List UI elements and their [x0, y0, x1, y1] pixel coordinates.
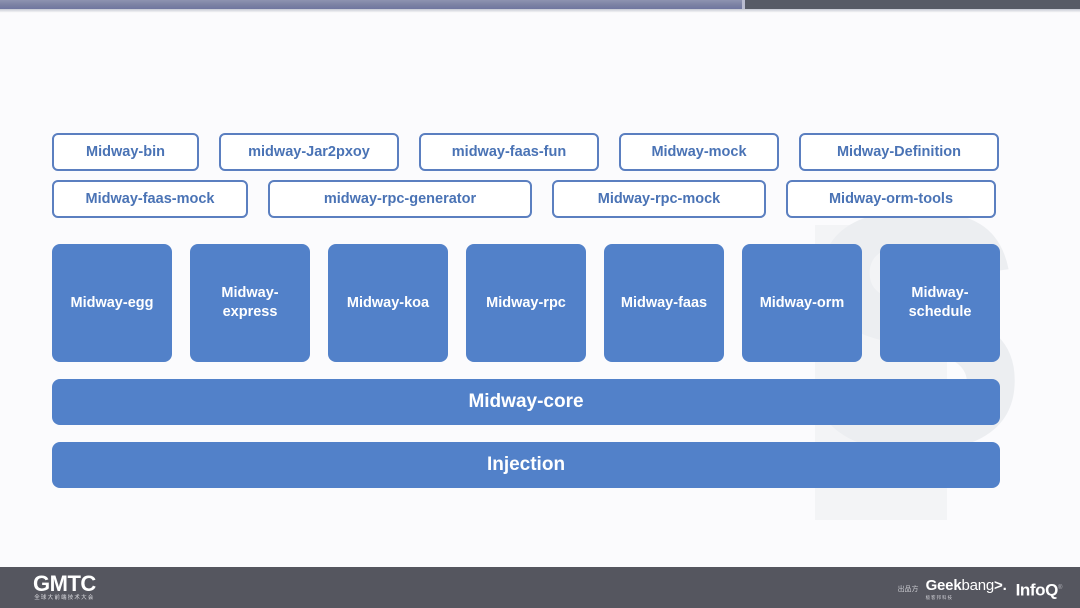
module-box-midway-orm[interactable]: Midway-orm: [742, 244, 862, 362]
geekbang-logo-light: bang: [961, 577, 995, 594]
tool-box-midway-orm-tools[interactable]: Midway-orm-tools: [786, 180, 996, 218]
tool-row-1: Midway-bin midway-Jar2pxoy midway-faas-f…: [52, 133, 1000, 171]
infoq-logo-text: InfoQ: [1015, 580, 1059, 600]
tool-box-label: midway-rpc-generator: [323, 191, 477, 207]
tool-box-label: midway-Jar2pxoy: [248, 144, 370, 160]
slide-footer: GMTC 全球大前端技术大会 出品方 Geekbang>. 极客邦科技 Info…: [0, 567, 1080, 608]
sponsor-logo-group: 出品方 Geekbang>. 极客邦科技 InfoQ®: [897, 578, 1063, 601]
geekbang-logo-subtitle: 极客邦科技: [925, 595, 954, 600]
tool-box-label: Midway-mock: [651, 144, 747, 160]
bar-label: Injection: [486, 454, 566, 475]
module-box-midway-schedule[interactable]: Midway-schedule: [880, 244, 1000, 362]
tool-box-midway-faas-mock[interactable]: Midway-faas-mock: [52, 180, 248, 218]
presentation-progress-bar[interactable]: [0, 0, 1080, 9]
infoq-logo: InfoQ®: [1015, 579, 1063, 600]
bar-label: Midway-core: [468, 391, 584, 412]
progress-bar-fill: [0, 0, 745, 9]
module-box-label: Midway-orm: [759, 294, 845, 311]
module-box-label: Midway-rpc: [486, 294, 566, 311]
progress-bar-shadow: [0, 9, 1080, 13]
bar-injection[interactable]: Injection: [52, 442, 1000, 488]
gmtc-logo-subtitle: 全球大前端技术大会: [34, 595, 95, 601]
tool-box-midway-definition[interactable]: Midway-Definition: [799, 133, 999, 171]
module-box-midway-egg[interactable]: Midway-egg: [52, 244, 172, 362]
module-box-label: Midway-express: [221, 285, 279, 320]
infoq-logo-trademark: ®: [1057, 585, 1062, 592]
gmtc-logo: GMTC 全球大前端技术大会: [33, 573, 96, 602]
geekbang-logo-bold: Geek: [925, 577, 962, 594]
tool-box-label: midway-faas-fun: [451, 144, 567, 160]
tool-box-midway-rpc-generator[interactable]: midway-rpc-generator: [268, 180, 532, 218]
module-box-label: Midway-egg: [70, 294, 154, 311]
architecture-diagram: Midway-bin midway-Jar2pxoy midway-faas-f…: [52, 133, 1000, 488]
slide-canvas: S Midway-bin midway-Jar2pxoy midway-faas…: [0, 13, 1080, 567]
tool-box-label: Midway-Definition: [836, 144, 962, 160]
module-box-midway-koa[interactable]: Midway-koa: [328, 244, 448, 362]
geekbang-logo-suffix: >.: [994, 577, 1007, 594]
module-box-midway-rpc[interactable]: Midway-rpc: [466, 244, 586, 362]
tool-box-label: Midway-bin: [86, 144, 165, 160]
module-box-midway-express[interactable]: Midway-express: [190, 244, 310, 362]
module-box-midway-faas[interactable]: Midway-faas: [604, 244, 724, 362]
tool-box-label: Midway-faas-mock: [85, 191, 215, 207]
tool-box-label: Midway-rpc-mock: [597, 191, 721, 207]
bar-midway-core[interactable]: Midway-core: [52, 379, 1000, 425]
gmtc-logo-mark: GMTC: [33, 571, 96, 596]
tool-box-midway-mock[interactable]: Midway-mock: [619, 133, 779, 171]
module-box-label: Midway-koa: [346, 294, 430, 311]
module-row: Midway-egg Midway-express Midway-koa Mid…: [52, 244, 1000, 362]
tool-box-midway-jar2pxoy[interactable]: midway-Jar2pxoy: [219, 133, 399, 171]
tool-box-midway-faas-fun[interactable]: midway-faas-fun: [419, 133, 599, 171]
geekbang-logo-mark: Geekbang>.: [926, 578, 1007, 594]
geekbang-logo: Geekbang>. 极客邦科技: [926, 578, 1007, 601]
module-box-label: Midway-faas: [620, 294, 708, 311]
module-box-label: Midway-schedule: [908, 285, 972, 320]
sponsor-label: 出品方: [897, 586, 919, 593]
tool-box-midway-bin[interactable]: Midway-bin: [52, 133, 199, 171]
tool-row-2: Midway-faas-mock midway-rpc-generator Mi…: [52, 180, 1000, 218]
tool-box-midway-rpc-mock[interactable]: Midway-rpc-mock: [552, 180, 766, 218]
tool-box-label: Midway-orm-tools: [828, 191, 954, 207]
